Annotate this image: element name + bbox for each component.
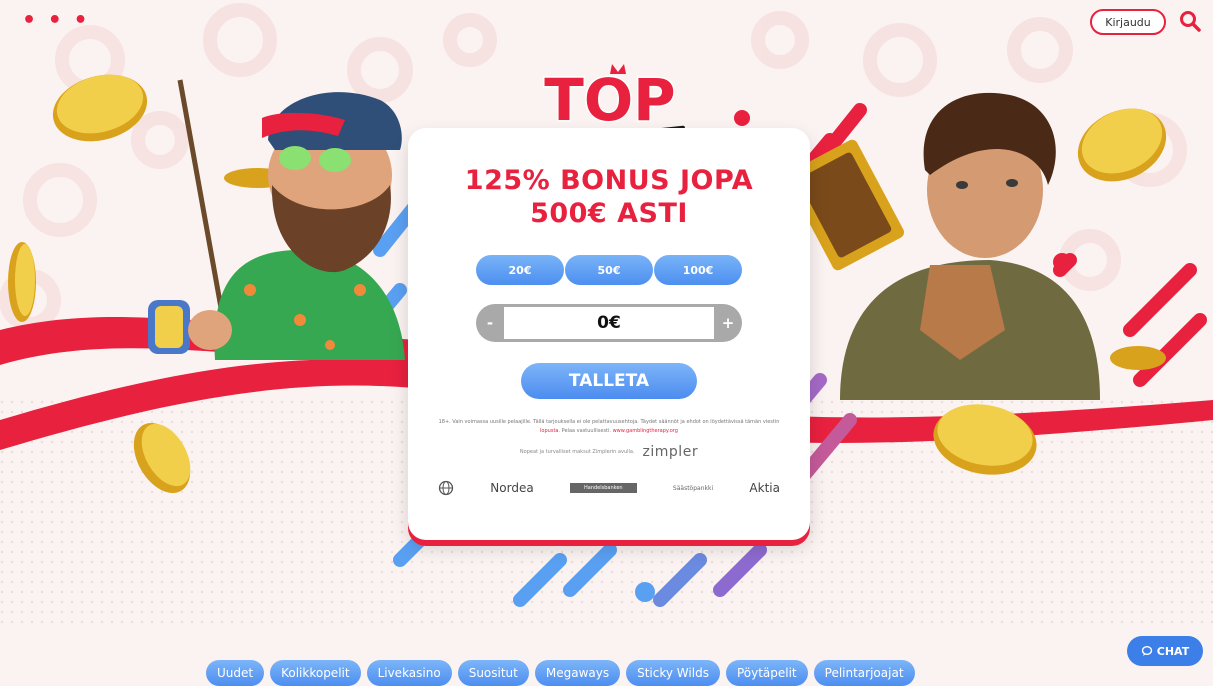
legal-text-part1: 18+. Vain voimassa uusille pelaajille. T…: [438, 419, 780, 425]
category-poytapelit[interactable]: Pöytäpelit: [725, 660, 808, 686]
login-button[interactable]: Kirjaudu: [1090, 9, 1166, 35]
offer-headline-line1: 125% BONUS JOPA: [464, 165, 754, 196]
offer-headline: 125% BONUS JOPA 500€ ASTI: [408, 164, 810, 230]
increase-button[interactable]: +: [714, 304, 742, 342]
terms-link[interactable]: lopusta: [540, 428, 558, 434]
bank-logo-aktia: Aktia: [749, 481, 780, 495]
category-livekasino[interactable]: Livekasino: [366, 660, 452, 686]
gambling-therapy-link[interactable]: www.gamblingtherapy.org: [613, 428, 678, 434]
bank-logo-saastopankki: Säästöpankki: [672, 484, 714, 492]
chat-label: CHAT: [1156, 644, 1190, 658]
globe-icon: [438, 480, 454, 496]
deposit-amount-stepper: - +: [476, 304, 742, 342]
category-kolikkopelit[interactable]: Kolikkopelit: [270, 660, 361, 686]
amount-20-button[interactable]: 20€: [476, 255, 564, 285]
amount-50-button[interactable]: 50€: [565, 255, 653, 285]
decrease-button[interactable]: -: [476, 304, 504, 342]
zimpler-text: Nopeat ja turvalliset maksut Zimplerin a…: [519, 449, 635, 455]
legal-text: 18+. Vain voimassa uusille pelaajille. T…: [432, 418, 786, 436]
zimpler-logo: zimpler: [642, 444, 699, 460]
svg-text:TOP: TOP: [544, 66, 675, 134]
category-suositut[interactable]: Suositut: [457, 660, 529, 686]
chat-button[interactable]: CHAT: [1127, 636, 1203, 666]
category-bar: Uudet Kolikkopelit Livekasino Suositut M…: [206, 660, 915, 686]
category-pelintarjoajat[interactable]: Pelintarjoajat: [813, 660, 915, 686]
category-sticky-wilds[interactable]: Sticky Wilds: [626, 660, 720, 686]
bank-logo-nordea: Nordea: [490, 481, 534, 495]
bank-logo-handelsbanken: Handelsbanken: [570, 483, 637, 493]
category-uudet[interactable]: Uudet: [206, 660, 265, 686]
category-megaways[interactable]: Megaways: [534, 660, 621, 686]
deposit-amount-input[interactable]: [504, 307, 714, 339]
deposit-button[interactable]: TALLETA: [521, 363, 697, 399]
search-icon[interactable]: [1179, 10, 1201, 32]
amount-100-button[interactable]: 100€: [654, 255, 742, 285]
more-dots-icon[interactable]: • • •: [22, 8, 90, 33]
chat-bubble-icon: [1141, 646, 1152, 656]
zimpler-row: Nopeat ja turvalliset maksut Zimplerin a…: [408, 444, 810, 460]
offer-card: 125% BONUS JOPA 500€ ASTI 20€ 50€ 100€ -…: [408, 128, 810, 540]
legal-text-part2: . Pelaa vastuullisesti.: [558, 428, 611, 434]
bank-logos: Nordea Handelsbanken Säästöpankki Aktia: [438, 478, 780, 498]
offer-headline-line2: 500€ ASTI: [530, 198, 688, 229]
